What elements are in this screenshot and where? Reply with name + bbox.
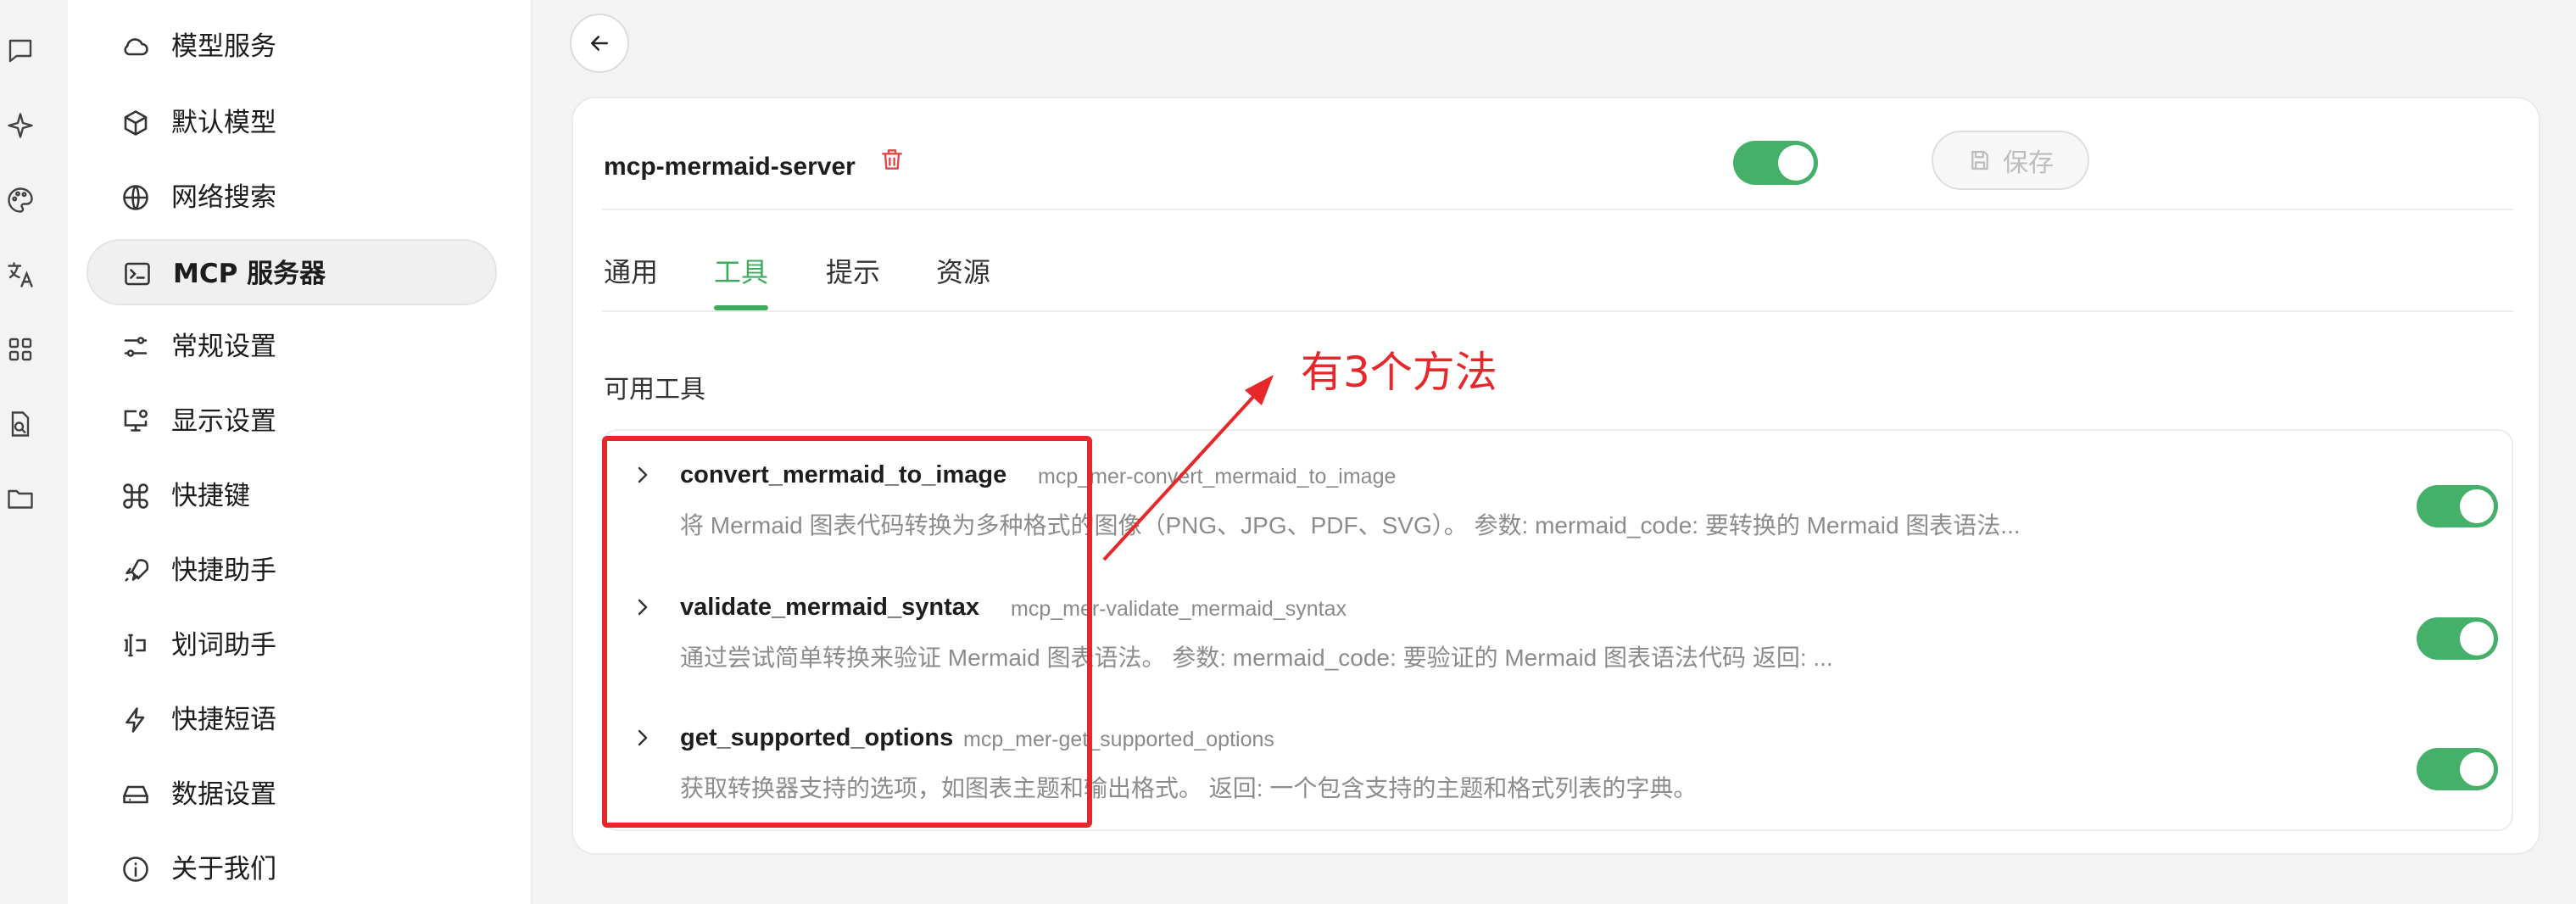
info-icon [123,857,148,882]
nav-item-label: MCP 服务器 [173,259,326,289]
nav-item-shortcuts[interactable]: 快捷键 [86,463,497,529]
toggle-knob [2460,622,2494,656]
nav-item-default-model[interactable]: 默认模型 [86,90,497,156]
tabs-divider [602,310,2513,312]
sliders-icon [124,337,148,357]
doc-search-icon[interactable] [2,405,39,443]
annotation-text: 有3个方法 [1301,348,1497,397]
nav-item-quick-assistant[interactable]: 快捷助手 [86,538,497,604]
nav-item-display-settings[interactable]: 显示设置 [86,388,497,455]
tool-enable-toggle[interactable] [2417,617,2498,660]
cube-icon [124,110,148,136]
toggle-knob [2460,489,2494,523]
sparkle-icon[interactable] [2,107,39,144]
nav-item-label: 关于我们 [171,854,276,884]
nav-item-label: 快捷助手 [171,555,276,586]
tab-general[interactable]: 通用 [604,249,658,295]
trash-icon [882,149,902,170]
cloud-icon [124,38,148,56]
command-icon [123,483,148,509]
server-enable-toggle[interactable] [1733,141,1818,185]
nav-item-about[interactable]: 关于我们 [86,836,497,902]
nav-item-general-settings[interactable]: 常规设置 [86,314,497,380]
icon-rail [0,0,66,904]
rocket-icon [125,559,149,582]
chat-icon[interactable] [2,32,39,70]
monitor-settings-icon [124,409,148,432]
nav-item-label: 划词助手 [171,630,276,661]
back-button[interactable] [570,14,629,73]
nav-item-web-search[interactable]: 网络搜索 [86,165,497,231]
toggle-knob [2460,752,2494,786]
nav-item-label: 模型服务 [171,31,276,62]
tab-resources[interactable]: 资源 [936,249,990,295]
nav-item-model-service[interactable]: 模型服务 [86,14,497,80]
text-select-icon [124,633,146,657]
tab-tools[interactable]: 工具 [714,249,768,295]
palette-icon[interactable] [2,181,39,219]
nav-item-label: 显示设置 [171,406,276,437]
zap-icon [125,707,145,733]
tool-enable-toggle[interactable] [2417,748,2498,790]
nav-item-label: 默认模型 [171,108,276,138]
toggle-knob [1778,145,1814,181]
nav-item-label: 数据设置 [171,779,276,810]
server-name: mcp-mermaid-server [604,153,856,181]
nav-item-data-settings[interactable]: 数据设置 [86,762,497,828]
nav-item-mcp-servers[interactable]: MCP 服务器 [86,239,497,305]
save-button[interactable]: 保存 [1932,131,2089,190]
settings-nav: 模型服务 默认模型 网络搜索 MCP 服务器 常规设置 显示设置 快捷键 快捷助… [68,0,532,904]
translate-icon[interactable] [2,256,39,293]
globe-icon [123,185,148,210]
nav-item-label: 快捷短语 [171,705,276,735]
annotation-highlight-box [602,436,1092,828]
tools-section-title: 可用工具 [604,376,705,404]
terminal-icon [125,262,150,286]
nav-item-selection-assistant[interactable]: 划词助手 [86,612,497,678]
save-button-label: 保存 [2003,149,2054,177]
folder-icon[interactable] [2,480,39,517]
header-divider [602,209,2513,210]
nav-item-label: 网络搜索 [171,182,276,213]
nav-item-quick-phrases[interactable]: 快捷短语 [86,687,497,753]
tab-prompts[interactable]: 提示 [826,249,880,295]
save-icon [1971,150,1988,170]
nav-item-label: 快捷键 [171,481,250,511]
arrow-left-icon [591,36,608,51]
nav-item-label: 常规设置 [171,332,276,362]
hard-drive-icon [123,785,148,804]
delete-server-button[interactable] [878,146,912,180]
apps-grid-icon[interactable] [2,331,39,368]
tool-enable-toggle[interactable] [2417,485,2498,527]
